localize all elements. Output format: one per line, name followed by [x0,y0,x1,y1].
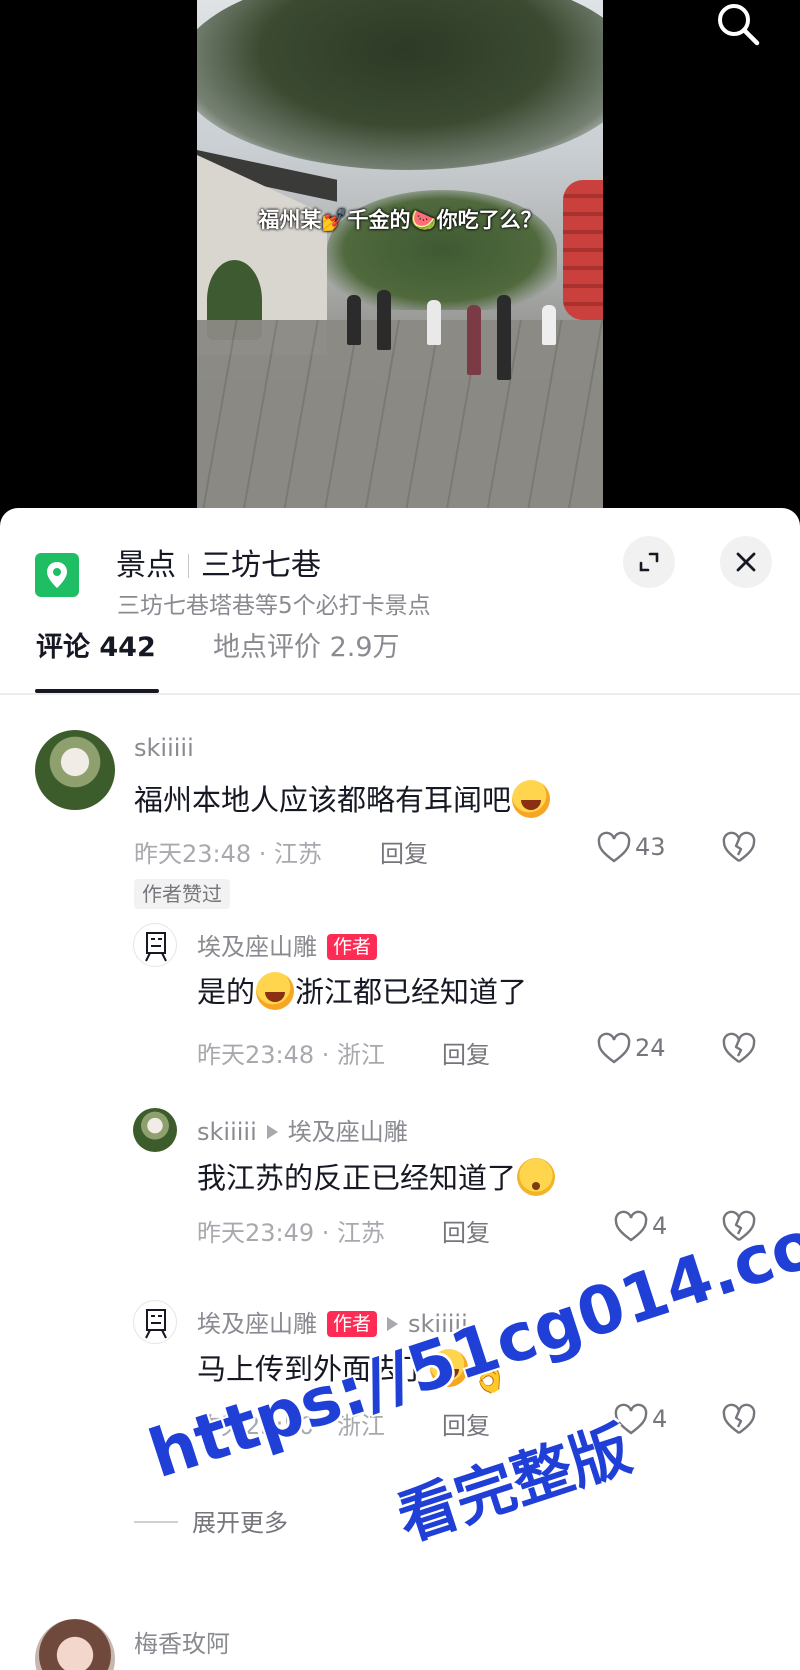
reply-text-content-continued: 浙江都已经知道了 [295,975,528,1009]
expand-divider [134,1521,178,1523]
like-count: 4 [652,1212,668,1240]
scene-tree-canopy [197,0,603,170]
reply-username: skiiiii 埃及座山雕 [197,1112,408,1147]
broken-heart-icon [722,831,756,862]
search-icon[interactable] [714,0,762,48]
reply-button[interactable]: 回复 [442,1213,490,1248]
comment-text: 福州本地人应该都略有耳闻吧 [134,777,551,819]
heart-icon [597,831,631,863]
dizzy-face-emoji-icon [517,1158,556,1196]
video-caption: 福州某💅千金的🍉你吃了么？ [258,208,542,232]
expand-more-replies[interactable]: 展开更多 [134,1503,288,1543]
comment-item: skiiiii 福州本地人应该都略有耳闻吧 昨天23:48 · 江苏 回复 43… [0,713,800,913]
like-count: 24 [635,1034,666,1062]
reply-button[interactable]: 回复 [442,1035,490,1070]
expand-more-label: 展开更多 [192,1509,288,1537]
laughing-emoji-icon [256,972,295,1010]
poi-name: 三坊七巷 [201,548,321,583]
expand-icon [639,552,659,572]
comment-meta: 昨天23:48 · 江苏 [134,840,323,868]
heart-icon [614,1210,648,1242]
comment-username[interactable]: skiiiii [134,734,194,762]
title-divider [188,554,189,578]
reply-meta: 昨天23:49 · 江苏 [197,1219,386,1247]
reply-to-username[interactable]: skiiiii [408,1310,468,1338]
close-icon [736,552,756,572]
tab-comments[interactable]: 评论 442 [36,618,156,693]
robot-face-icon [145,1309,167,1339]
location-pin-icon [35,553,79,597]
like-button[interactable]: 43 [595,829,685,869]
reply-username-text[interactable]: 埃及座山雕 [197,1310,317,1338]
like-count: 43 [635,833,666,861]
avatar[interactable] [35,1619,115,1670]
author-badge: 作者 [327,934,378,960]
reply-text: 是的 浙江都已经知道了 [197,969,527,1011]
like-count: 4 [652,1405,668,1433]
like-button[interactable]: 24 [595,1030,685,1070]
dislike-button[interactable] [720,1030,760,1070]
reply-meta: 昨天23:50 · 浙江 [197,1412,386,1440]
dislike-button[interactable] [720,1208,760,1248]
avatar[interactable] [35,730,115,810]
scene-pedestrians [337,285,567,395]
comment-text-content: 福州本地人应该都略有耳闻吧 [134,783,512,817]
broken-heart-icon [722,1032,756,1063]
heart-icon [597,1032,631,1064]
reply-text: 马上传到外面去了 👌 [197,1346,510,1395]
reply-text: 我江苏的反正已经知道了 [197,1155,556,1197]
reply-button[interactable]: 回复 [442,1406,490,1441]
reply-item: 埃及座山雕 作者 是的 浙江都已经知道了 昨天23:48 · 浙江 回复 24 [0,913,800,1093]
like-button[interactable]: 4 [612,1208,702,1248]
reply-text-content: 马上传到外面去了 [197,1352,430,1386]
scene-lanterns [563,180,603,320]
tab-bar: 评论 442 地点评价 2.9万 [0,618,800,695]
dislike-button[interactable] [720,1401,760,1441]
poi-header[interactable]: 景点 三坊七巷 三坊七巷塔巷等5个必打卡景点 [0,508,800,619]
ok-hand-emoji-icon: 👌 [470,1357,510,1395]
laughing-emoji-icon [430,1349,469,1387]
heart-icon [614,1403,648,1435]
poi-subtitle: 三坊七巷塔巷等5个必打卡景点 [117,593,431,619]
comment-item: 梅香玫阿 [0,1613,800,1670]
active-tab-indicator [35,689,159,693]
reply-button[interactable]: 回复 [380,834,428,869]
comments-sheet: 景点 三坊七巷 三坊七巷塔巷等5个必打卡景点 评论 442 地点评价 2.9万 s… [0,508,800,1670]
reply-username-text[interactable]: skiiiii [197,1118,257,1146]
dislike-button[interactable] [720,829,760,869]
reply-to-username[interactable]: 埃及座山雕 [288,1118,408,1146]
reply-text-content: 是的 [197,975,256,1009]
reply-username-text[interactable]: 埃及座山雕 [197,933,317,961]
reply-item: skiiiii 埃及座山雕 我江苏的反正已经知道了 昨天23:49 · 江苏 回复… [0,1093,800,1283]
author-liked-tag: 作者赞过 [134,879,230,909]
video-player[interactable]: 福州某💅千金的🍉你吃了么？ [0,0,800,530]
broken-heart-icon [722,1403,756,1434]
close-button[interactable] [720,536,772,588]
laughing-emoji-icon [512,780,551,818]
like-button[interactable]: 4 [612,1401,702,1441]
reply-text-content: 我江苏的反正已经知道了 [197,1161,517,1195]
reply-username: 埃及座山雕 作者 [197,927,378,962]
reply-meta: 昨天23:48 · 浙江 [197,1041,386,1069]
comment-username[interactable]: 梅香玫阿 [134,1624,230,1659]
author-badge: 作者 [327,1311,378,1337]
reply-username: 埃及座山雕 作者 skiiiii [197,1304,468,1339]
avatar[interactable] [133,1300,177,1344]
robot-face-icon [145,932,167,962]
avatar[interactable] [133,923,177,967]
avatar[interactable] [133,1108,177,1152]
tab-place-reviews[interactable]: 地点评价 2.9万 [213,618,400,693]
video-frame[interactable]: 福州某💅千金的🍉你吃了么？ [197,0,603,510]
poi-category: 景点 [116,548,176,583]
reply-arrow-icon [266,1125,278,1139]
expand-button[interactable] [623,536,675,588]
reply-arrow-icon [387,1317,399,1331]
broken-heart-icon [722,1210,756,1241]
reply-item: 埃及座山雕 作者 skiiiii 马上传到外面去了 👌 昨天23:50 · 浙江 回复… [0,1283,800,1473]
poi-title[interactable]: 景点 三坊七巷 [116,540,321,584]
